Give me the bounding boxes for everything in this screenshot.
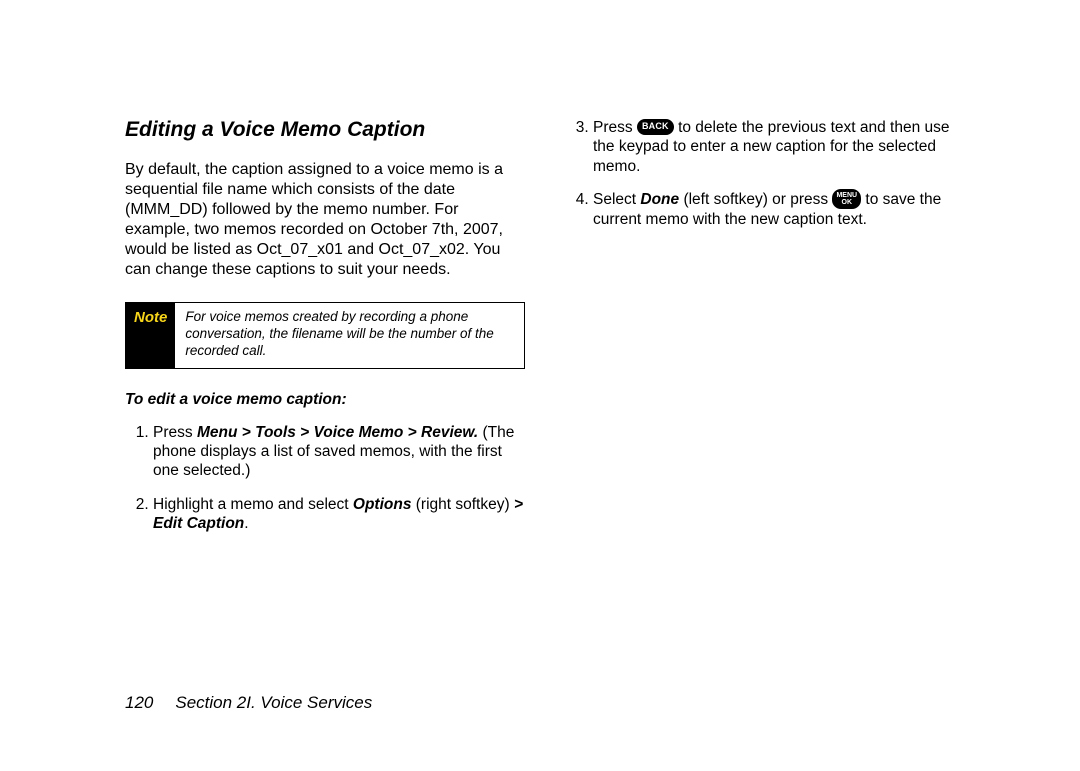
menu-ok-key-icon: MENU OK (832, 189, 861, 209)
step-4-mid: (left softkey) or press (679, 191, 832, 208)
right-column: Press BACK to delete the previous text a… (565, 118, 965, 548)
step-4-done: Done (640, 191, 679, 208)
step-1-lead: Press (153, 424, 197, 441)
step-3-lead: Press (593, 119, 637, 136)
step-2-options: Options (353, 496, 412, 513)
section-label: Section 2I. Voice Services (175, 693, 372, 712)
document-page: Editing a Voice Memo Caption By default,… (0, 0, 1080, 771)
step-2-mid: (right softkey) (411, 496, 514, 513)
step-2-tail: . (244, 515, 248, 532)
steps-list-right: Press BACK to delete the previous text a… (565, 118, 965, 230)
step-2: Highlight a memo and select Options (rig… (153, 495, 525, 534)
step-3: Press BACK to delete the previous text a… (593, 118, 965, 176)
note-box: Note For voice memos created by recordin… (125, 302, 525, 369)
ok-key-text: OK (842, 199, 853, 206)
step-4: Select Done (left softkey) or press MENU… (593, 190, 965, 229)
intro-paragraph: By default, the caption assigned to a vo… (125, 160, 525, 280)
step-4-lead: Select (593, 191, 640, 208)
left-column: Editing a Voice Memo Caption By default,… (125, 118, 525, 548)
step-2-lead: Highlight a memo and select (153, 496, 353, 513)
steps-list-left: Press Menu > Tools > Voice Memo > Review… (125, 423, 525, 534)
two-column-layout: Editing a Voice Memo Caption By default,… (125, 118, 970, 548)
note-label: Note (126, 303, 175, 368)
procedure-heading: To edit a voice memo caption: (125, 391, 525, 409)
note-text: For voice memos created by recording a p… (175, 303, 524, 368)
back-key-icon: BACK (637, 119, 674, 134)
menu-key-text: MENU (836, 192, 857, 199)
step-1: Press Menu > Tools > Voice Memo > Review… (153, 423, 525, 481)
page-footer: 120 Section 2I. Voice Services (125, 693, 372, 713)
page-heading: Editing a Voice Memo Caption (125, 118, 525, 142)
step-1-menu-path: Menu > Tools > Voice Memo > Review. (197, 424, 478, 441)
page-number: 120 (125, 693, 153, 712)
